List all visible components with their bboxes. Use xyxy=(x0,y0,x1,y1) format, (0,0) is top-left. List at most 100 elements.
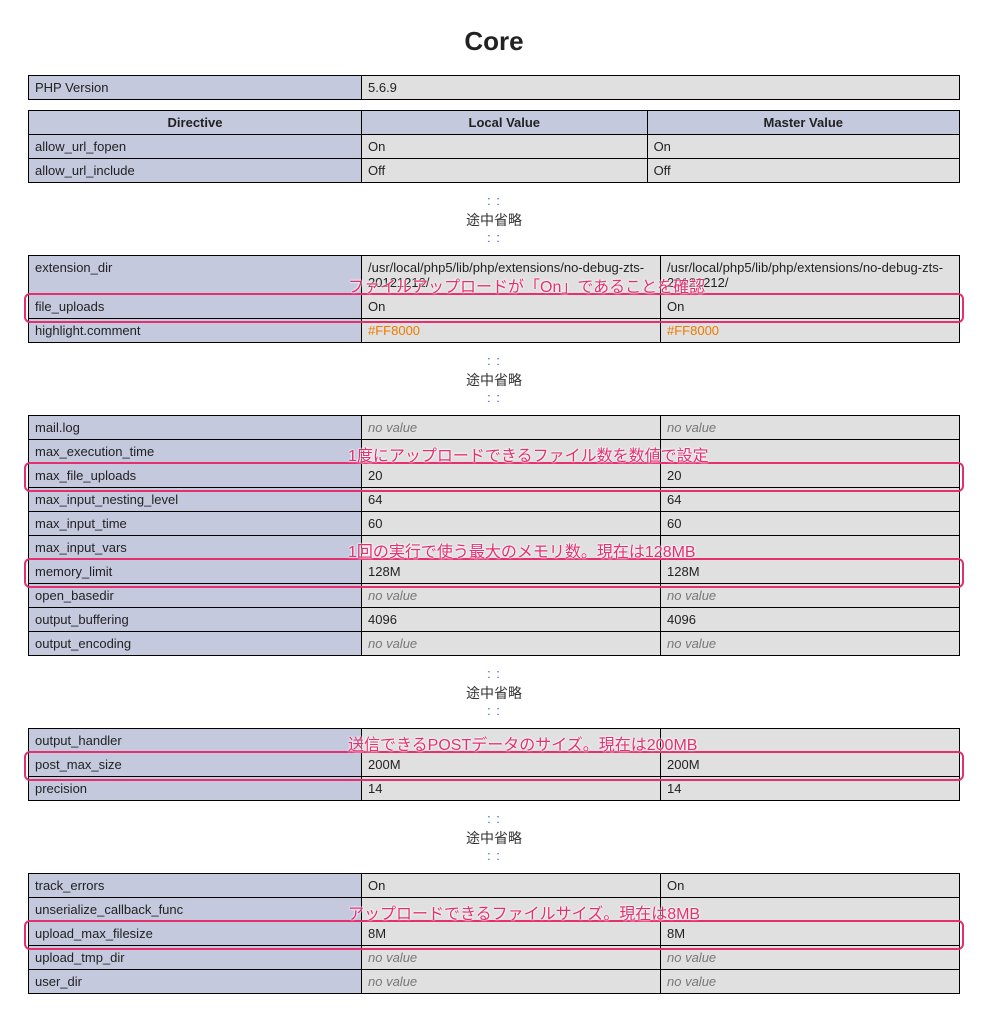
local-value: 128M xyxy=(362,560,661,584)
omit-label: 途中省略 xyxy=(28,210,960,230)
directive-table-4: output_handlerpost_max_size200M200Mpreci… xyxy=(28,728,960,801)
table-row: output_handler xyxy=(29,729,960,753)
directive-name: user_dir xyxy=(29,970,362,994)
table-row: upload_tmp_dirno valueno value xyxy=(29,946,960,970)
local-value: no value xyxy=(362,584,661,608)
master-value: #FF8000 xyxy=(661,319,960,343)
directive-name: max_input_nesting_level xyxy=(29,488,362,512)
local-value: 60 xyxy=(362,512,661,536)
table-row: upload_max_filesize8M8M xyxy=(29,922,960,946)
dots-icon: : : xyxy=(28,666,960,681)
master-value: 128M xyxy=(661,560,960,584)
master-value: On xyxy=(661,874,960,898)
omit-label: 途中省略 xyxy=(28,683,960,703)
dots-icon: : : xyxy=(28,230,960,245)
table-row: precision1414 xyxy=(29,777,960,801)
omit-label: 途中省略 xyxy=(28,370,960,390)
directive-name: upload_tmp_dir xyxy=(29,946,362,970)
local-value: Off xyxy=(362,159,648,183)
directive-name: file_uploads xyxy=(29,295,362,319)
directive-name: output_encoding xyxy=(29,632,362,656)
dots-icon: : : xyxy=(28,703,960,718)
directive-name: precision xyxy=(29,777,362,801)
table-row: output_encodingno valueno value xyxy=(29,632,960,656)
directive-name: output_handler xyxy=(29,729,362,753)
directive-name: allow_url_include xyxy=(29,159,362,183)
local-value: no value xyxy=(362,946,661,970)
master-value: no value xyxy=(661,632,960,656)
local-value: On xyxy=(362,295,661,319)
directive-table-5: track_errorsOnOnunserialize_callback_fun… xyxy=(28,873,960,994)
table-row: mail.logno valueno value xyxy=(29,416,960,440)
col-directive: Directive xyxy=(29,111,362,135)
col-local: Local Value xyxy=(362,111,648,135)
table-row: max_input_vars xyxy=(29,536,960,560)
local-value: 200M xyxy=(362,753,661,777)
table-row: PHP Version 5.6.9 xyxy=(29,76,960,100)
master-value: On xyxy=(647,135,959,159)
dots-icon: : : xyxy=(28,193,960,208)
table-row: highlight.comment#FF8000#FF8000 xyxy=(29,319,960,343)
master-value: 14 xyxy=(661,777,960,801)
directive-value: 5.6.9 xyxy=(362,76,960,100)
table-row: memory_limit128M128M xyxy=(29,560,960,584)
local-value: no value xyxy=(362,416,661,440)
master-value: 20 xyxy=(661,464,960,488)
directive-name: memory_limit xyxy=(29,560,362,584)
master-value: Off xyxy=(647,159,959,183)
table-row: post_max_size200M200M xyxy=(29,753,960,777)
table-row: max_input_nesting_level6464 xyxy=(29,488,960,512)
local-value: no value xyxy=(362,632,661,656)
directive-name: post_max_size xyxy=(29,753,362,777)
php-version-table: PHP Version 5.6.9 xyxy=(28,75,960,100)
directive-name: max_execution_time xyxy=(29,440,362,464)
local-value xyxy=(362,729,661,753)
directive-name: highlight.comment xyxy=(29,319,362,343)
master-value: 4096 xyxy=(661,608,960,632)
table-row: file_uploadsOnOn xyxy=(29,295,960,319)
master-value: no value xyxy=(661,584,960,608)
directive-name: unserialize_callback_func xyxy=(29,898,362,922)
page-title: Core xyxy=(28,26,960,57)
local-value: /usr/local/php5/lib/php/extensions/no-de… xyxy=(362,256,661,295)
col-master: Master Value xyxy=(647,111,959,135)
directive-name: output_buffering xyxy=(29,608,362,632)
master-value: no value xyxy=(661,970,960,994)
table-row: max_execution_time xyxy=(29,440,960,464)
master-value xyxy=(661,440,960,464)
local-value: 20 xyxy=(362,464,661,488)
local-value: 8M xyxy=(362,922,661,946)
table-row: allow_url_includeOffOff xyxy=(29,159,960,183)
directive-table-3: mail.logno valueno valuemax_execution_ti… xyxy=(28,415,960,656)
local-value: On xyxy=(362,135,648,159)
master-value: 200M xyxy=(661,753,960,777)
master-value: On xyxy=(661,295,960,319)
master-value xyxy=(661,729,960,753)
directive-name: open_basedir xyxy=(29,584,362,608)
omit-label: 途中省略 xyxy=(28,828,960,848)
local-value: #FF8000 xyxy=(362,319,661,343)
omitted-marker: : : 途中省略 : : xyxy=(28,193,960,245)
directive-table-1: Directive Local Value Master Value allow… xyxy=(28,110,960,183)
master-value xyxy=(661,536,960,560)
directive-name: PHP Version xyxy=(29,76,362,100)
table-row: allow_url_fopenOnOn xyxy=(29,135,960,159)
table-row: open_basedirno valueno value xyxy=(29,584,960,608)
header-row: Directive Local Value Master Value xyxy=(29,111,960,135)
table-row: output_buffering40964096 xyxy=(29,608,960,632)
master-value: 64 xyxy=(661,488,960,512)
dots-icon: : : xyxy=(28,390,960,405)
master-value: 8M xyxy=(661,922,960,946)
local-value xyxy=(362,536,661,560)
omitted-marker: : : 途中省略 : : xyxy=(28,666,960,718)
master-value: 60 xyxy=(661,512,960,536)
local-value xyxy=(362,898,661,922)
directive-table-2: extension_dir/usr/local/php5/lib/php/ext… xyxy=(28,255,960,343)
table-row: track_errorsOnOn xyxy=(29,874,960,898)
master-value: no value xyxy=(661,416,960,440)
omitted-marker: : : 途中省略 : : xyxy=(28,811,960,863)
table-row: max_file_uploads2020 xyxy=(29,464,960,488)
dots-icon: : : xyxy=(28,353,960,368)
directive-name: max_file_uploads xyxy=(29,464,362,488)
dots-icon: : : xyxy=(28,811,960,826)
